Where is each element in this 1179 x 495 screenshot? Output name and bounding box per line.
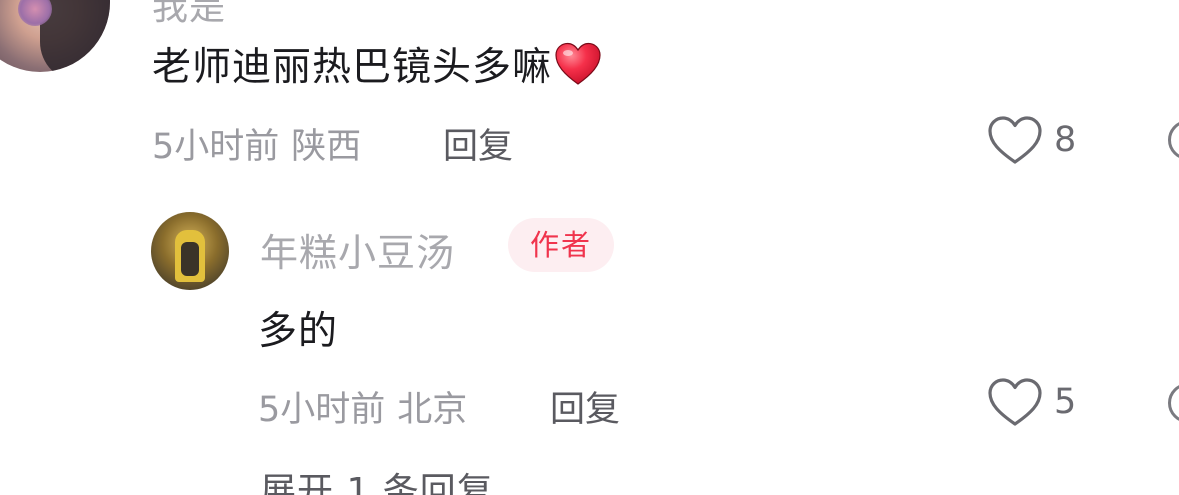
- reply-avatar[interactable]: [151, 212, 229, 290]
- reply-reply-button[interactable]: 回复: [550, 381, 620, 432]
- reply-like-button[interactable]: 5: [986, 376, 1076, 428]
- comment-text-content: 老师迪丽热巴镜头多嘛: [152, 45, 553, 90]
- reply-text: 多的: [258, 309, 339, 354]
- author-badge: 作者: [508, 218, 614, 272]
- reply-more-icon[interactable]: [1168, 383, 1179, 423]
- like-count: 8: [1054, 120, 1077, 160]
- comment-username[interactable]: 我是: [152, 0, 226, 30]
- comment-text: 老师迪丽热巴镜头多嘛: [152, 36, 602, 92]
- reply-like-count: 5: [1054, 382, 1077, 422]
- like-button[interactable]: 8: [986, 114, 1076, 166]
- reply-location: 北京: [397, 390, 468, 430]
- avatar-figure-shadow: [181, 242, 199, 276]
- comment-location: 陕西: [291, 127, 362, 167]
- reply-username[interactable]: 年糕小豆汤: [260, 222, 455, 277]
- comment-section: 我是 老师迪丽热巴镜头多嘛 5小时前 陕西 回复 8 年糕小豆汤 作者 多的 5…: [0, 0, 1179, 495]
- expand-replies[interactable]: 展开 1 条回复: [150, 462, 494, 495]
- more-icon[interactable]: [1168, 120, 1179, 160]
- comment-meta: 5小时前 陕西: [152, 118, 361, 169]
- avatar[interactable]: [0, 0, 110, 72]
- heart-emoji-icon: [554, 42, 602, 86]
- reply-time: 5小时前: [258, 390, 386, 430]
- expand-replies-label[interactable]: 展开 1 条回复: [260, 462, 494, 495]
- reply-button[interactable]: 回复: [443, 118, 513, 169]
- reply-meta: 5小时前 北京: [258, 381, 467, 432]
- heart-outline-icon: [988, 378, 1042, 426]
- comment-time: 5小时前: [152, 127, 280, 167]
- heart-outline-icon: [988, 116, 1042, 164]
